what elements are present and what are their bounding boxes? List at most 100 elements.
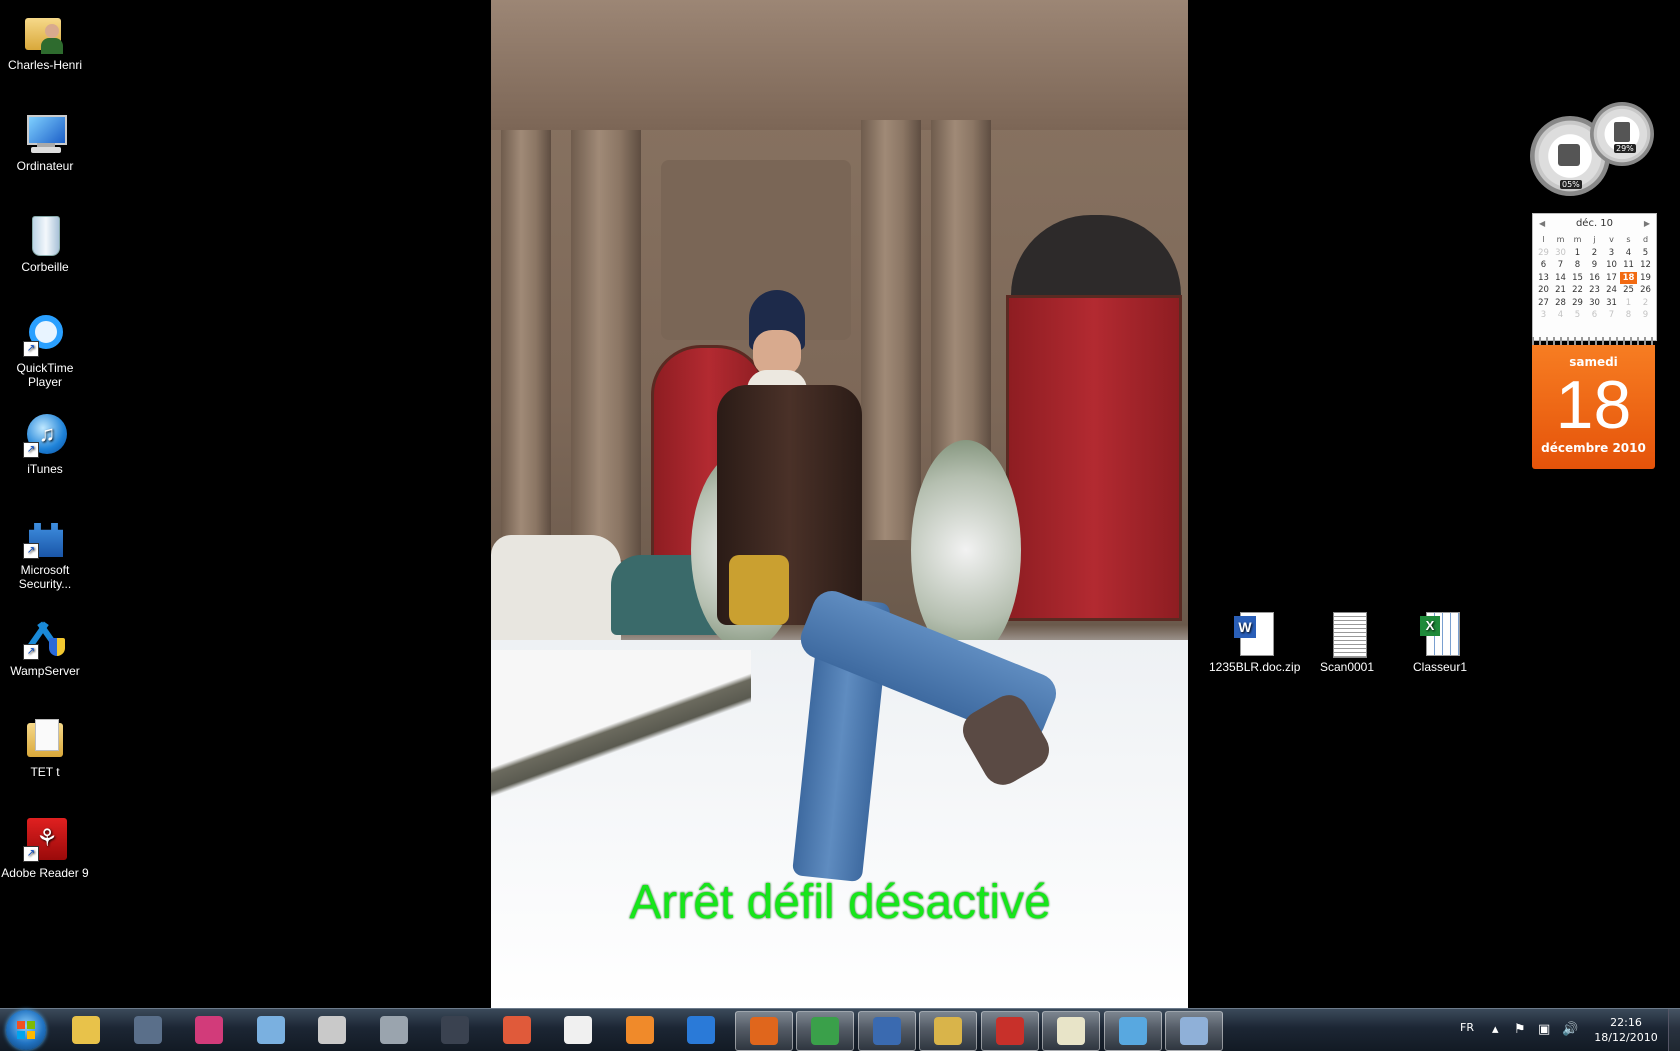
calendar-day-cell[interactable]: 9 bbox=[1586, 259, 1603, 272]
start-button[interactable] bbox=[6, 1010, 46, 1050]
taskbar-clock[interactable]: 22:16 18/12/2010 bbox=[1590, 1015, 1662, 1045]
calendar-day-cell[interactable]: 17 bbox=[1603, 272, 1620, 285]
show-desktop-button[interactable] bbox=[1668, 1009, 1680, 1051]
desktop-icon-label: Charles-Henri bbox=[7, 58, 83, 72]
calendar-day-cell[interactable]: 29 bbox=[1569, 297, 1586, 310]
calendar-day-cell[interactable]: 13 bbox=[1535, 272, 1552, 285]
calendar-day-cell[interactable]: 5 bbox=[1637, 247, 1654, 260]
calendar-day-cell[interactable]: 11 bbox=[1620, 259, 1637, 272]
taskbar-button-windows-explorer[interactable] bbox=[58, 1011, 114, 1049]
taskbar-button-notepad[interactable] bbox=[1042, 1011, 1100, 1051]
language-indicator[interactable]: FR bbox=[1460, 1021, 1474, 1034]
taskbar-button-hp[interactable] bbox=[120, 1011, 176, 1049]
scroll-lock-notification: Arrêt défil désactivé bbox=[629, 876, 1051, 929]
calendar-day-cell[interactable]: 4 bbox=[1552, 309, 1569, 322]
calendar-day-cell[interactable]: 1 bbox=[1569, 247, 1586, 260]
desktop-icon-label: WampServer bbox=[10, 664, 80, 678]
calendar-day-cell[interactable]: 30 bbox=[1552, 247, 1569, 260]
desktop-icon-label: QuickTime Player bbox=[16, 361, 74, 389]
previous-month-arrow-icon[interactable]: ◀ bbox=[1539, 214, 1545, 234]
taskbar-button-photo-app[interactable] bbox=[366, 1011, 422, 1049]
calendar-day-cell[interactable]: 19 bbox=[1637, 272, 1654, 285]
quicktime-icon: ↗ bbox=[23, 313, 67, 357]
calendar-day-cell[interactable]: 7 bbox=[1603, 309, 1620, 322]
desktop-icon-quicktime[interactable]: ↗ QuickTime Player bbox=[0, 309, 90, 389]
desktop-icon-1235blr-doc-zip[interactable]: W 1235BLR.doc.zip bbox=[1209, 608, 1300, 674]
desktop-icon-charles-henri[interactable]: Charles-Henri bbox=[0, 6, 90, 72]
taskbar-button-chrome[interactable] bbox=[796, 1011, 854, 1051]
calendar-day-cell[interactable]: 5 bbox=[1569, 309, 1586, 322]
calendar-day-cell[interactable]: 2 bbox=[1586, 247, 1603, 260]
taskbar-button-transfer-app[interactable] bbox=[243, 1011, 299, 1049]
taskbar-button-thunderbird[interactable] bbox=[857, 1011, 916, 1051]
calendar-day-cell[interactable]: 21 bbox=[1552, 284, 1569, 297]
calendar-day-cell[interactable]: 27 bbox=[1535, 297, 1552, 310]
calendar-day-cell[interactable]: 15 bbox=[1569, 272, 1586, 285]
adobe-reader-icon: ⚘ ↗ bbox=[23, 818, 67, 862]
clock-date: 18/12/2010 bbox=[1594, 1031, 1658, 1044]
calendar-month-label: déc. 10 bbox=[1575, 218, 1614, 229]
calendar-day-cell[interactable]: 8 bbox=[1569, 259, 1586, 272]
calendar-day-cell[interactable]: 16 bbox=[1586, 272, 1603, 285]
taskbar-button-lightroom[interactable] bbox=[427, 1011, 483, 1049]
shortcut-arrow-icon: ↗ bbox=[23, 846, 39, 862]
calendar-day-cell[interactable]: 4 bbox=[1620, 247, 1637, 260]
calendar-day-cell[interactable]: 12 bbox=[1637, 259, 1654, 272]
calendar-day-cell[interactable]: 29 bbox=[1535, 247, 1552, 260]
desktop-icon-classeur1[interactable]: X Classeur1 bbox=[1395, 608, 1485, 674]
calendar-day-cell[interactable]: 2 bbox=[1637, 297, 1654, 310]
desktop-icon-corbeille[interactable]: Corbeille bbox=[0, 208, 90, 274]
calendar-day-cell[interactable]: 23 bbox=[1586, 284, 1603, 297]
taskbar-button-internet-explorer[interactable] bbox=[673, 1011, 729, 1049]
calendar-day-cell[interactable]: 20 bbox=[1535, 284, 1552, 297]
volume-icon[interactable]: 🔊 bbox=[1562, 1022, 1578, 1037]
calendar-gadget[interactable]: ◀ déc. 10 ▶ l m m j v s d 29 30 1 2 3 4 5 6 7 8 9 10 11 12 13… bbox=[1532, 213, 1657, 469]
calendar-weekday-header: j bbox=[1593, 235, 1596, 244]
taskbar-button-media-player[interactable] bbox=[612, 1011, 668, 1049]
calendar-day-cell[interactable]: 24 bbox=[1603, 284, 1620, 297]
desktop-icon-tet-t[interactable]: TET t bbox=[0, 713, 90, 779]
taskbar-button-people-app[interactable] bbox=[1103, 1011, 1162, 1051]
desktop-icon-scan0001[interactable]: Scan0001 bbox=[1302, 608, 1392, 674]
calendar-day-cell[interactable]: 22 bbox=[1569, 284, 1586, 297]
desktop-icon-wampserver[interactable]: ↗ WampServer bbox=[0, 612, 90, 678]
desktop-icon-adobe-reader[interactable]: ⚘ ↗ Adobe Reader 9 bbox=[0, 814, 90, 880]
taskbar-button-blank-document[interactable] bbox=[550, 1011, 606, 1049]
taskbar-button-paint[interactable] bbox=[1165, 1011, 1223, 1051]
acrobat-tool-icon bbox=[995, 1017, 1024, 1045]
calendar-day-cell[interactable]: 3 bbox=[1535, 309, 1552, 322]
desktop-icon-label: TET t bbox=[30, 765, 60, 779]
calendar-day-cell[interactable]: 8 bbox=[1620, 309, 1637, 322]
next-month-arrow-icon[interactable]: ▶ bbox=[1644, 214, 1650, 234]
taskbar-button-acrobat-tool[interactable] bbox=[980, 1011, 1039, 1051]
calendar-day-cell[interactable]: 18 bbox=[1620, 271, 1637, 284]
action-center-flag-icon[interactable]: ⚑ bbox=[1514, 1022, 1526, 1037]
hp-icon bbox=[133, 1016, 162, 1044]
desktop-icon-itunes[interactable]: ♫ ↗ iTunes bbox=[0, 410, 90, 476]
calendar-day-cell[interactable]: 14 bbox=[1552, 272, 1569, 285]
show-hidden-icons-arrow-icon[interactable]: ▴ bbox=[1492, 1022, 1499, 1037]
desktop-icon-microsoft-security[interactable]: ↗ Microsoft Security... bbox=[0, 511, 90, 591]
taskbar-button-utility-app[interactable] bbox=[304, 1011, 360, 1049]
taskbar-button-picasa[interactable] bbox=[489, 1011, 545, 1049]
calendar-day-cell[interactable]: 6 bbox=[1586, 309, 1603, 322]
taskbar-button-firefox[interactable] bbox=[734, 1011, 793, 1051]
calendar-day-cell[interactable]: 1 bbox=[1620, 297, 1637, 310]
lightroom-icon bbox=[441, 1016, 469, 1044]
calendar-day-cell[interactable]: 25 bbox=[1620, 284, 1637, 297]
desktop-icon-ordinateur[interactable]: Ordinateur bbox=[0, 107, 90, 173]
calendar-day-cell[interactable]: 28 bbox=[1552, 297, 1569, 310]
calendar-day-cell[interactable]: 31 bbox=[1603, 297, 1620, 310]
calendar-day-cell[interactable]: 26 bbox=[1637, 284, 1654, 297]
taskbar-button-file-manager[interactable] bbox=[919, 1011, 977, 1051]
picasa-icon bbox=[502, 1016, 531, 1044]
taskbar-button-color-app[interactable] bbox=[181, 1011, 237, 1049]
calendar-day-cell[interactable]: 6 bbox=[1535, 259, 1552, 272]
calendar-day-cell[interactable]: 7 bbox=[1552, 259, 1569, 272]
calendar-day-cell[interactable]: 3 bbox=[1603, 247, 1620, 260]
calendar-day-cell[interactable]: 9 bbox=[1637, 309, 1654, 322]
cpu-meter-gadget[interactable]: 05% 29% bbox=[1530, 102, 1660, 198]
calendar-day-cell[interactable]: 10 bbox=[1603, 259, 1620, 272]
network-icon[interactable]: ▣ bbox=[1538, 1022, 1550, 1037]
calendar-day-cell[interactable]: 30 bbox=[1586, 297, 1603, 310]
